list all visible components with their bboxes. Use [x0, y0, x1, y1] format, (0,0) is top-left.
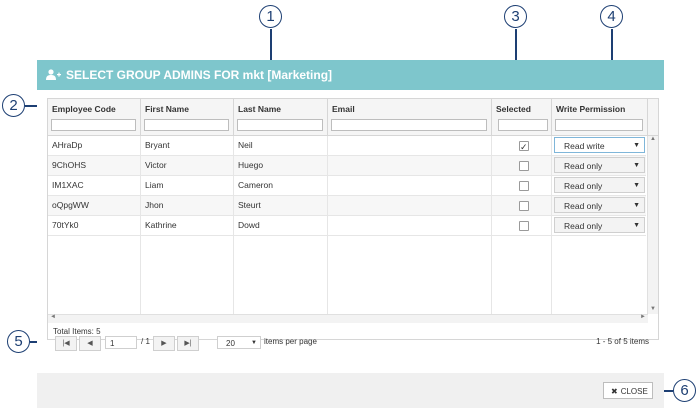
cell-employee-code: 70tYk0 [48, 216, 141, 235]
write-permission-select[interactable]: Read only ▼ [554, 217, 645, 233]
filter-first-name[interactable] [144, 119, 229, 131]
pager: |◀ ◀ 1 / 1 ▶ ▶| 20 ▼ items per page 1 - 5… [47, 334, 657, 356]
selected-checkbox[interactable] [519, 138, 529, 157]
col-selected[interactable]: Selected [492, 99, 552, 135]
col-write-permission[interactable]: Write Permission [552, 99, 648, 135]
cell-selected [492, 156, 552, 175]
callout-6: 6 [673, 379, 696, 402]
filter-email[interactable] [331, 119, 487, 131]
grid-header: Employee Code First Name Last Name Email… [48, 99, 658, 136]
cell-employee-code: oQpgWW [48, 196, 141, 215]
dropdown-arrow-icon: ▼ [633, 202, 640, 209]
scroll-right-icon[interactable]: ► [640, 314, 646, 320]
filter-last-name[interactable] [237, 119, 323, 131]
cell-email [328, 176, 492, 195]
filter-employee-code[interactable] [51, 119, 136, 131]
cell-selected [492, 136, 552, 157]
close-button[interactable]: ✖ CLOSE [603, 382, 653, 399]
filter-write-permission[interactable] [555, 119, 643, 131]
callout-4: 4 [600, 5, 623, 28]
dialog-title: SELECT GROUP ADMINS FOR mkt [Marketing] [66, 68, 333, 82]
table-row[interactable]: AHraDp Bryant Neil Read write▼ [48, 136, 646, 157]
col-first-name[interactable]: First Name [141, 99, 234, 135]
scroll-up-icon[interactable]: ▲ [650, 136, 656, 142]
col-employee-code[interactable]: Employee Code [48, 99, 141, 135]
cell-last-name: Dowd [234, 216, 328, 235]
page-number-input[interactable]: 1 [105, 336, 137, 349]
dialog-footer: ✖ CLOSE [37, 373, 664, 408]
dropdown-arrow-icon: ▼ [251, 340, 257, 346]
selected-checkbox[interactable] [519, 221, 529, 231]
write-permission-select[interactable]: Read only ▼ [554, 197, 645, 213]
col-email[interactable]: Email [328, 99, 492, 135]
cell-email [328, 156, 492, 175]
admins-grid: Employee Code First Name Last Name Email… [47, 98, 659, 340]
cell-selected [492, 216, 552, 235]
cell-employee-code: AHraDp [48, 136, 141, 155]
next-page-button[interactable]: ▶ [153, 336, 175, 351]
cell-selected [492, 196, 552, 215]
cell-last-name: Neil [234, 136, 328, 155]
callout-2: 2 [2, 94, 25, 117]
cell-last-name: Huego [234, 156, 328, 175]
write-permission-select[interactable]: Read write ▼ [554, 137, 645, 153]
cell-last-name: Steurt [234, 196, 328, 215]
cell-first-name: Bryant [141, 136, 234, 155]
cell-first-name: Victor [141, 156, 234, 175]
close-icon: ✖ [611, 387, 618, 396]
callout-1: 1 [259, 5, 282, 28]
scroll-left-icon[interactable]: ◄ [50, 314, 56, 320]
dropdown-arrow-icon: ▼ [633, 142, 640, 149]
cell-employee-code: IM1XAC [48, 176, 141, 195]
page-size-select[interactable]: 20 ▼ [217, 336, 261, 349]
table-row[interactable]: 70tYk0 Kathrine Dowd Read only ▼ [48, 216, 646, 236]
dropdown-arrow-icon: ▼ [633, 222, 640, 229]
table-row[interactable]: oQpgWW Jhon Steurt Read only ▼ [48, 196, 646, 216]
write-permission-select[interactable]: Read only ▼ [554, 177, 645, 193]
cell-email [328, 216, 492, 235]
first-page-button[interactable]: |◀ [55, 336, 77, 351]
selected-checkbox[interactable] [519, 181, 529, 191]
cell-first-name: Kathrine [141, 216, 234, 235]
filter-selected[interactable] [498, 119, 548, 131]
table-row[interactable]: 9ChOHS Victor Huego Read only ▼ [48, 156, 646, 176]
table-row[interactable]: IM1XAC Liam Cameron Read only ▼ [48, 176, 646, 196]
horizontal-scrollbar[interactable]: ◄ ► [48, 314, 648, 323]
callout-5: 5 [7, 330, 30, 353]
vertical-scrollbar[interactable]: ▲ ▼ [647, 136, 658, 314]
dropdown-arrow-icon: ▼ [633, 182, 640, 189]
cell-email [328, 136, 492, 155]
callout-3: 3 [504, 5, 527, 28]
items-per-page-label: items per page [264, 337, 317, 346]
cell-selected [492, 176, 552, 195]
dropdown-arrow-icon: ▼ [633, 162, 640, 169]
page-count: / 1 [141, 337, 150, 346]
cell-email [328, 196, 492, 215]
select-group-admins-dialog: SELECT GROUP ADMINS FOR mkt [Marketing] … [37, 60, 664, 408]
selected-checkbox[interactable] [519, 161, 529, 171]
col-last-name[interactable]: Last Name [234, 99, 328, 135]
cell-last-name: Cameron [234, 176, 328, 195]
cell-first-name: Liam [141, 176, 234, 195]
selected-checkbox[interactable] [519, 201, 529, 211]
cell-first-name: Jhon [141, 196, 234, 215]
column-dividers [48, 236, 648, 314]
items-range: 1 - 5 of 5 items [596, 337, 649, 346]
cell-employee-code: 9ChOHS [48, 156, 141, 175]
user-add-icon [46, 69, 61, 80]
write-permission-select[interactable]: Read only ▼ [554, 157, 645, 173]
prev-page-button[interactable]: ◀ [79, 336, 101, 351]
last-page-button[interactable]: ▶| [177, 336, 199, 351]
dialog-header: SELECT GROUP ADMINS FOR mkt [Marketing] [37, 60, 664, 90]
scroll-down-icon[interactable]: ▼ [650, 306, 656, 312]
